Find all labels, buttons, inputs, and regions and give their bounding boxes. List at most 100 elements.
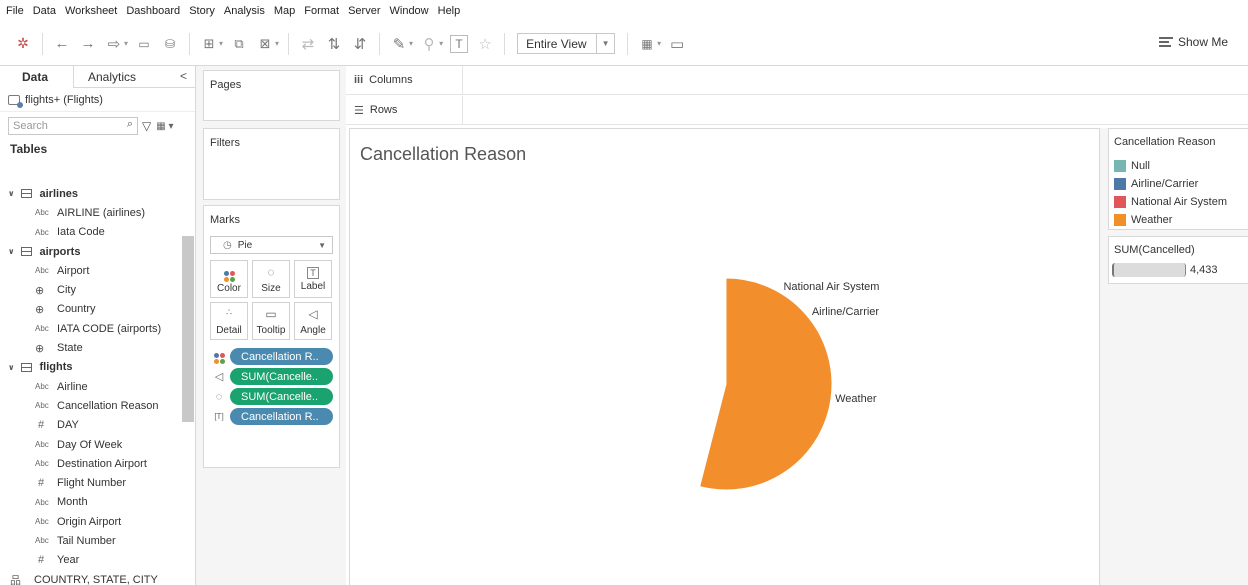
clear-sheet-dropdown-icon[interactable]: ▾ — [275, 39, 279, 48]
field-item[interactable]: Abc Airline — [0, 377, 182, 396]
field-item[interactable]: Abc Origin Airport — [0, 512, 182, 531]
datasource-item[interactable]: flights+ (Flights) — [0, 88, 195, 112]
duplicate-sheet-icon[interactable]: ⧉ — [230, 33, 248, 55]
field-item[interactable]: Abc Iata Code — [0, 223, 182, 242]
chevron-down-icon[interactable]: ∨ — [8, 189, 15, 198]
field-item[interactable]: Abc Month — [0, 493, 182, 512]
view-options-icon[interactable]: ▦ ▾ — [156, 121, 173, 132]
legend-item[interactable]: National Air System — [1109, 193, 1248, 211]
menu-item-story[interactable]: Story — [189, 5, 215, 17]
search-input[interactable]: Search ⌕ — [8, 117, 138, 135]
menu-item-format[interactable]: Format — [304, 5, 339, 17]
table-group-airlines[interactable]: ∨ airlines — [0, 184, 182, 203]
sort-descending-icon[interactable]: ⇵ — [351, 33, 369, 55]
field-item[interactable]: Abc AIRLINE (airlines) — [0, 203, 182, 222]
field-label: State — [57, 342, 83, 355]
string-type-icon: Abc — [35, 227, 49, 237]
color-legend[interactable]: Cancellation Reason Null Airline/Carrier N… — [1108, 128, 1248, 230]
group-icon[interactable]: ⚲ — [420, 33, 438, 55]
menu-item-map[interactable]: Map — [274, 5, 295, 17]
clear-sheet-icon[interactable]: ⊠ — [256, 33, 274, 55]
search-row: Search ⌕ ▽ ▦ ▾ — [0, 112, 195, 140]
angle-button[interactable]: ◁ Angle — [294, 302, 332, 340]
field-item[interactable]: Abc IATA CODE (airports) — [0, 319, 182, 338]
highlight-icon[interactable]: ✎ — [390, 33, 408, 55]
highlight-dropdown-icon[interactable]: ▾ — [409, 39, 413, 48]
show-cards-dropdown-icon[interactable]: ▾ — [657, 39, 661, 48]
search-icon[interactable]: ⌕ — [127, 118, 133, 131]
mark-type-dropdown[interactable]: ◷ Pie ▼ — [210, 236, 333, 254]
menu-item-analysis[interactable]: Analysis — [224, 5, 265, 17]
tableau-logo-icon[interactable]: ✲ — [14, 33, 32, 55]
field-item[interactable]: Abc Airport — [0, 261, 182, 280]
field-item[interactable]: # DAY — [0, 416, 182, 435]
show-me-label: Show Me — [1177, 35, 1228, 49]
chevron-down-icon[interactable]: ▼ — [318, 241, 326, 250]
tooltip-button[interactable]: ▭ Tooltip — [252, 302, 290, 340]
rows-shelf[interactable]: ☰ Rows — [346, 95, 1248, 125]
new-worksheet-icon[interactable]: ⊞ — [200, 33, 218, 55]
scrollbar[interactable] — [182, 236, 194, 422]
menu-item-dashboard[interactable]: Dashboard — [126, 5, 180, 17]
legend-item[interactable]: Null — [1109, 157, 1248, 175]
tab-analytics[interactable]: Analytics — [74, 66, 148, 88]
fit-dropdown[interactable]: Entire View ▼ — [517, 33, 616, 54]
new-worksheet-dropdown-icon[interactable]: ▾ — [219, 39, 223, 48]
field-item[interactable]: Abc Tail Number — [0, 531, 182, 550]
menu-item-data[interactable]: Data — [33, 5, 56, 17]
chevron-down-icon[interactable]: ∨ — [8, 363, 15, 372]
save-icon[interactable]: ▭ — [135, 33, 153, 55]
detail-button[interactable]: ∴ Detail — [210, 302, 248, 340]
field-item[interactable]: Abc Day Of Week — [0, 435, 182, 454]
swap-icon[interactable]: ⇄ — [299, 33, 317, 55]
menu-item-file[interactable]: File — [6, 5, 24, 17]
show-cards-icon[interactable]: ▦ — [638, 33, 656, 55]
undo-icon[interactable]: ← — [53, 33, 71, 55]
hierarchy-field[interactable]: 品 COUNTRY, STATE, CITY — [0, 570, 182, 585]
replay-icon[interactable]: ⇨ — [105, 33, 123, 55]
field-item[interactable]: Abc Cancellation Reason — [0, 396, 182, 415]
field-item[interactable]: Abc Destination Airport — [0, 454, 182, 473]
table-group-flights[interactable]: ∨ flights — [0, 358, 182, 377]
show-me-button[interactable]: Show Me — [1158, 35, 1228, 49]
field-item[interactable]: ⊕ City — [0, 280, 182, 299]
collapse-pane-icon[interactable]: < — [180, 69, 187, 83]
mark-pill[interactable]: SUM(Cancelle.. — [230, 388, 333, 405]
redo-icon[interactable]: → — [79, 33, 97, 55]
legend-item[interactable]: Airline/Carrier — [1109, 175, 1248, 193]
mark-pill[interactable]: Cancellation R.. — [230, 408, 333, 425]
field-item[interactable]: ⊕ State — [0, 338, 182, 357]
chevron-down-icon[interactable]: ∨ — [8, 247, 15, 256]
pie-slice-label: National Air System — [783, 281, 879, 293]
field-item[interactable]: # Year — [0, 551, 182, 570]
field-label: IATA CODE (airports) — [57, 322, 162, 335]
field-item[interactable]: # Flight Number — [0, 473, 182, 492]
new-datasource-icon[interactable]: ⛁ — [161, 33, 179, 55]
legend-item[interactable]: Weather — [1109, 211, 1248, 229]
mark-pill[interactable]: SUM(Cancelle.. — [230, 368, 333, 385]
menu-item-help[interactable]: Help — [438, 5, 461, 17]
fix-axes-icon[interactable]: ☆ — [476, 33, 494, 55]
label-button[interactable]: T Label — [294, 260, 332, 298]
sort-ascending-icon[interactable]: ⇅ — [325, 33, 343, 55]
group-dropdown-icon[interactable]: ▾ — [439, 39, 443, 48]
filter-icon[interactable]: ▽ — [142, 119, 151, 133]
columns-shelf[interactable]: iii Columns — [346, 65, 1248, 95]
mark-pill[interactable]: Cancellation R.. — [230, 348, 333, 365]
show-labels-icon[interactable]: T — [450, 34, 469, 53]
size-legend[interactable]: SUM(Cancelled) 4,433 — [1108, 236, 1248, 284]
field-item[interactable]: ⊕ Country — [0, 300, 182, 319]
tab-data[interactable]: Data — [0, 66, 74, 88]
color-button[interactable]: Color — [210, 260, 248, 298]
pages-card[interactable]: Pages — [203, 70, 340, 121]
menu-item-server[interactable]: Server — [348, 5, 380, 17]
size-icon: ◌ — [267, 264, 275, 279]
table-group-airports[interactable]: ∨ airports — [0, 242, 182, 261]
replay-dropdown-icon[interactable]: ▾ — [124, 39, 128, 48]
menu-item-window[interactable]: Window — [390, 5, 429, 17]
menu-item-worksheet[interactable]: Worksheet — [65, 5, 117, 17]
chevron-down-icon[interactable]: ▼ — [596, 34, 614, 53]
size-button[interactable]: ◌ Size — [252, 260, 290, 298]
presentation-mode-icon[interactable]: ▭ — [668, 33, 686, 55]
filters-card[interactable]: Filters — [203, 128, 340, 200]
